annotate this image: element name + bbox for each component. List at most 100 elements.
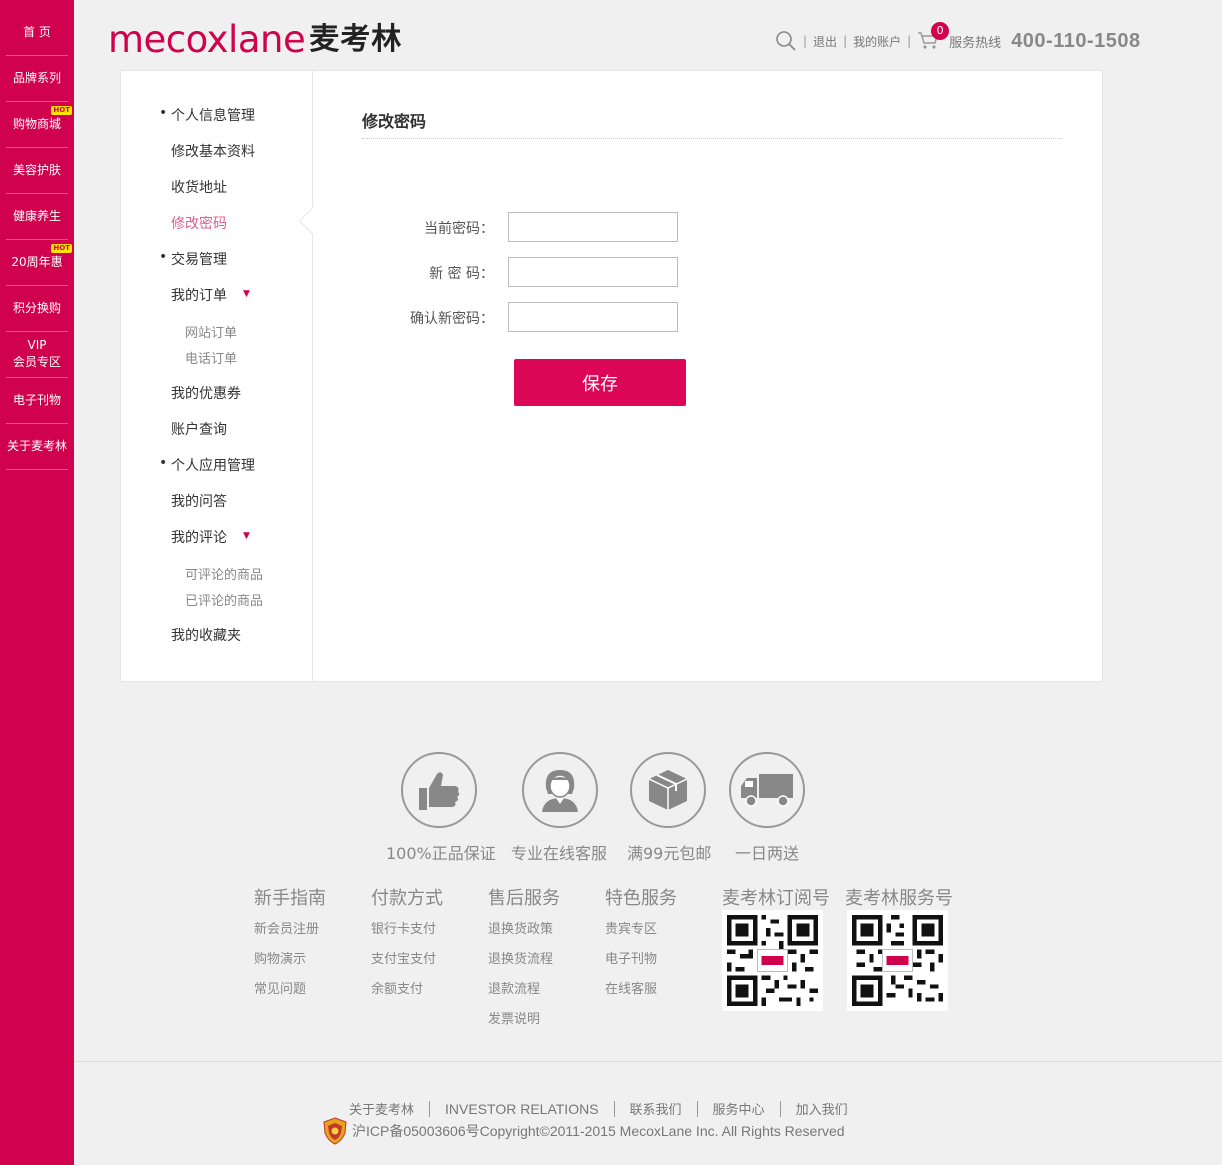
confirm-password-label: 确认新密码：: [410, 311, 494, 327]
cart-count-badge: 0: [931, 22, 950, 40]
top-bar: | 退出 | 我的账户 | 0 服务热线 400-110-1508: [775, 22, 1141, 56]
sidebar-item-mall[interactable]: 购物商城 HOT: [0, 101, 74, 147]
current-password-input[interactable]: [508, 212, 678, 242]
copyright-text: 沪ICP备05003606号Copyright©2011-2015 MecoxL…: [352, 1123, 845, 1139]
bullet: •: [159, 105, 168, 121]
feature-label: 专业在线客服: [511, 844, 608, 863]
hot-badge: HOT: [51, 106, 72, 115]
menu-item-coupons[interactable]: 我的优惠券: [171, 383, 241, 403]
footer-link[interactable]: 电子刊物: [605, 948, 657, 967]
menu-item-my-reviews[interactable]: 我的评论: [171, 527, 227, 547]
qr-code-icon: [852, 915, 943, 1006]
search-icon[interactable]: [775, 30, 797, 52]
feature-label: 100%正品保证: [386, 844, 496, 863]
logout-link[interactable]: 退出: [813, 33, 837, 50]
qr-code-icon: [727, 915, 818, 1006]
menu-item-web-orders[interactable]: 网站订单: [185, 322, 237, 341]
sidebar-item-points[interactable]: 积分换购: [0, 285, 74, 331]
menu-item-reviewed[interactable]: 已评论的商品: [185, 590, 263, 609]
sidebar-item-beauty[interactable]: 美容护肤: [0, 147, 74, 193]
menu-item-favorites[interactable]: 我的收藏夹: [171, 625, 241, 645]
sidebar-item-home[interactable]: 首 页: [0, 9, 74, 55]
footer-link[interactable]: 退换货流程: [488, 948, 553, 967]
confirm-password-input[interactable]: [508, 302, 678, 332]
footer-column-title: 新手指南: [254, 888, 326, 909]
qr-code-service: [847, 910, 948, 1011]
sidebar-item-about[interactable]: 关于麦考林: [0, 423, 74, 469]
divider: [696, 1100, 698, 1117]
bullet: •: [159, 455, 168, 471]
account-side-menu: • 个人信息管理 修改基本资料 收货地址 修改密码 • 交易管理 我的订单 ▼ …: [121, 71, 313, 681]
divider: |: [907, 34, 912, 48]
feature-label: 满99元包邮: [627, 844, 712, 863]
qr-code-subscription: [722, 910, 823, 1011]
feature-free-shipping: [628, 752, 708, 828]
footer-link[interactable]: 支付宝支付: [371, 948, 436, 967]
footer-link[interactable]: 购物演示: [254, 948, 306, 967]
qr-subscription-title: 麦考林订阅号: [722, 888, 830, 909]
qr-service-title: 麦考林服务号: [845, 888, 953, 909]
sidebar-item-magazine[interactable]: 电子刊物: [0, 377, 74, 423]
menu-item-my-qa[interactable]: 我的问答: [171, 491, 227, 511]
footer-link[interactable]: 退换货政策: [488, 918, 553, 937]
cart-button[interactable]: 0: [917, 22, 950, 52]
footer-link-service-center[interactable]: 服务中心: [713, 1099, 765, 1118]
expand-arrow-icon[interactable]: ▼: [243, 531, 250, 541]
divider: |: [803, 34, 808, 48]
footer-link-contact[interactable]: 联系我们: [630, 1099, 682, 1118]
footer-link-investor[interactable]: INVESTOR RELATIONS: [445, 1101, 599, 1117]
current-password-label: 当前密码：: [424, 221, 494, 237]
save-button[interactable]: 保存: [514, 359, 686, 406]
footer-link[interactable]: 余额支付: [371, 978, 423, 997]
police-badge-icon: [323, 1117, 347, 1145]
footer-link[interactable]: 退款流程: [488, 978, 540, 997]
menu-item-change-password[interactable]: 修改密码: [171, 213, 227, 233]
menu-item-address[interactable]: 收货地址: [171, 177, 227, 197]
divider: [613, 1100, 615, 1117]
feature-twice-daily-delivery: [727, 752, 807, 828]
feature-label: 一日两送: [735, 844, 800, 863]
menu-item-my-orders[interactable]: 我的订单: [171, 285, 227, 305]
footer-link[interactable]: 在线客服: [605, 978, 657, 997]
menu-section-apps: 个人应用管理: [171, 458, 255, 474]
footer-link[interactable]: 贵宾专区: [605, 918, 657, 937]
footer-link[interactable]: 发票说明: [488, 1008, 540, 1027]
sidebar-item-brands[interactable]: 品牌系列: [0, 55, 74, 101]
new-password-input[interactable]: [508, 257, 678, 287]
truck-icon: [741, 774, 793, 807]
hotline-number: 400-110-1508: [1011, 29, 1141, 52]
bullet: •: [159, 249, 168, 265]
my-account-link[interactable]: 我的账户: [853, 33, 901, 50]
menu-item-edit-profile[interactable]: 修改基本资料: [171, 141, 255, 161]
feature-authentic: [399, 752, 479, 828]
feature-customer-service: [520, 752, 600, 828]
footer-link[interactable]: 常见问题: [254, 978, 306, 997]
site-logo[interactable]: mecoxlane 麦考林: [108, 16, 402, 60]
sidebar-item-health[interactable]: 健康养生: [0, 193, 74, 239]
package-icon: [648, 770, 688, 810]
page-title: 修改密码: [362, 112, 427, 131]
sidebar-item-vip[interactable]: VIP 会员专区: [0, 331, 74, 377]
expand-arrow-icon[interactable]: ▼: [243, 289, 250, 299]
footer-link-about[interactable]: 关于麦考林: [349, 1099, 414, 1118]
divider: |: [843, 34, 848, 48]
thumbs-up-icon: [419, 772, 460, 810]
footer-link-join[interactable]: 加入我们: [796, 1099, 848, 1118]
footer-link[interactable]: 新会员注册: [254, 918, 319, 937]
footer-column-title: 付款方式: [371, 888, 443, 909]
hotline-label: 服务热线: [949, 35, 1002, 51]
menu-item-account-query[interactable]: 账户查询: [171, 419, 227, 439]
menu-section-personal: 个人信息管理: [171, 108, 255, 124]
divider: [429, 1100, 431, 1117]
title-divider: [362, 138, 1062, 139]
customer-service-icon: [542, 770, 578, 812]
new-password-label: 新 密 码：: [429, 266, 494, 282]
menu-item-phone-orders[interactable]: 电话订单: [185, 348, 237, 367]
sidebar-item-anniversary[interactable]: 20周年惠 HOT: [0, 239, 74, 285]
menu-item-reviewable[interactable]: 可评论的商品: [185, 564, 263, 583]
sidebar-divider: [6, 469, 68, 470]
footer-bottom-links: 关于麦考林 INVESTOR RELATIONS 联系我们 服务中心 加入我们: [349, 1099, 848, 1118]
hot-badge: HOT: [51, 244, 72, 253]
left-sidebar: 首 页 品牌系列 购物商城 HOT 美容护肤 健康养生 20周年惠 HOT 积分换购…: [0, 0, 74, 1165]
footer-link[interactable]: 银行卡支付: [371, 918, 436, 937]
